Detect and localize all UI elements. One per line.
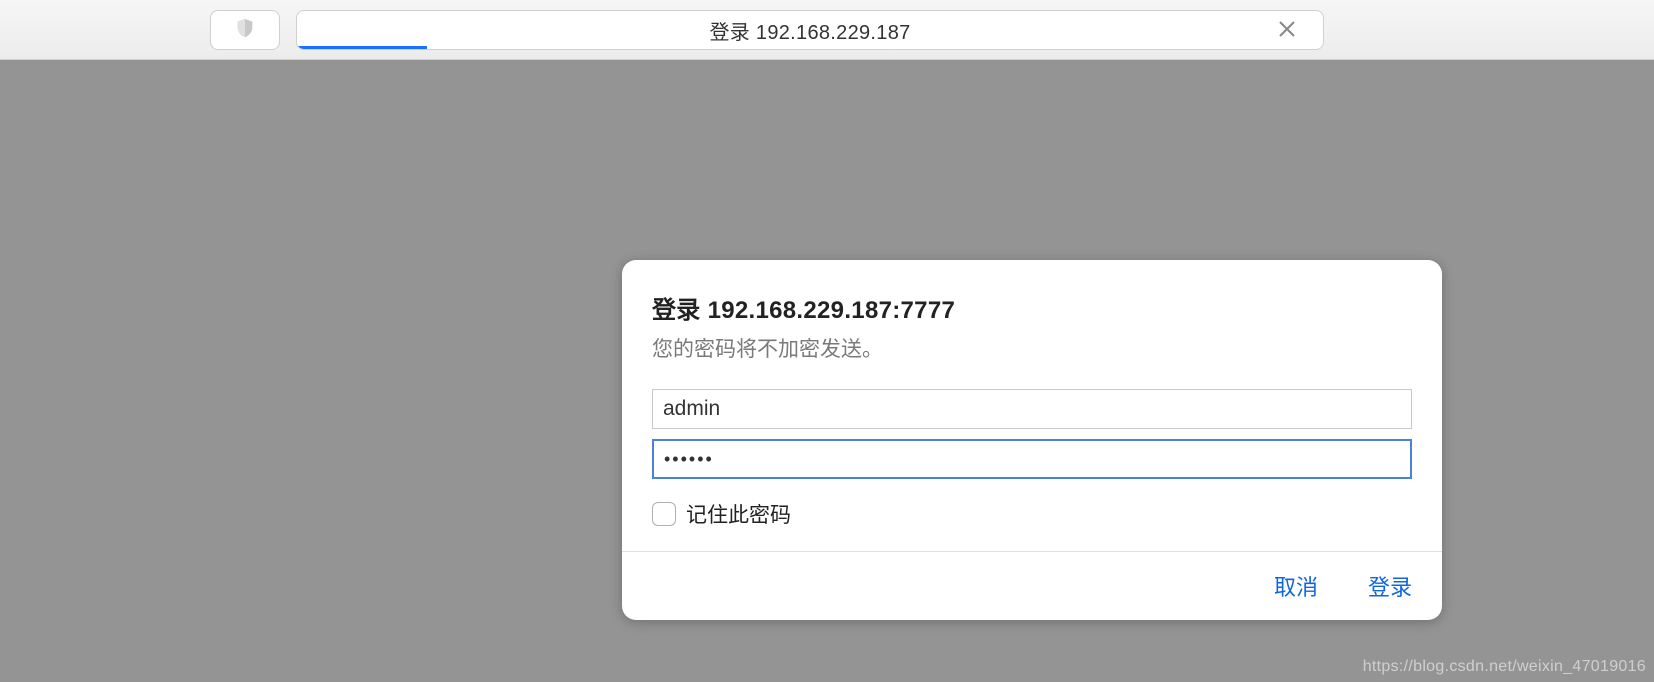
privacy-shield-button[interactable] [210,10,280,50]
remember-checkbox[interactable] [652,502,676,526]
cancel-button[interactable]: 取消 [1274,570,1318,602]
loading-progress-bar [297,46,427,49]
watermark-text: https://blog.csdn.net/weixin_47019016 [1363,658,1646,676]
login-button[interactable]: 登录 [1368,570,1412,602]
dialog-footer: 取消 登录 [622,551,1442,620]
username-input[interactable] [652,389,1412,429]
remember-label: 记住此密码 [686,499,791,529]
remember-row: 记住此密码 [652,499,1412,529]
dialog-title: 登录 192.168.229.187:7777 [652,290,1412,325]
stop-close-button[interactable] [1268,10,1306,50]
browser-toolbar: 登录 192.168.229.187 [0,0,1654,60]
address-text: 登录 192.168.229.187 [709,16,910,45]
close-icon [1279,17,1295,43]
address-bar[interactable]: 登录 192.168.229.187 [296,10,1324,50]
dialog-body: 登录 192.168.229.187:7777 您的密码将不加密发送。 记住此密… [622,260,1442,551]
password-input[interactable] [652,439,1412,479]
shield-icon [234,16,256,45]
content-area: 登录 192.168.229.187:7777 您的密码将不加密发送。 记住此密… [0,60,1654,682]
auth-dialog: 登录 192.168.229.187:7777 您的密码将不加密发送。 记住此密… [622,260,1442,620]
dialog-subtitle: 您的密码将不加密发送。 [652,333,1412,363]
